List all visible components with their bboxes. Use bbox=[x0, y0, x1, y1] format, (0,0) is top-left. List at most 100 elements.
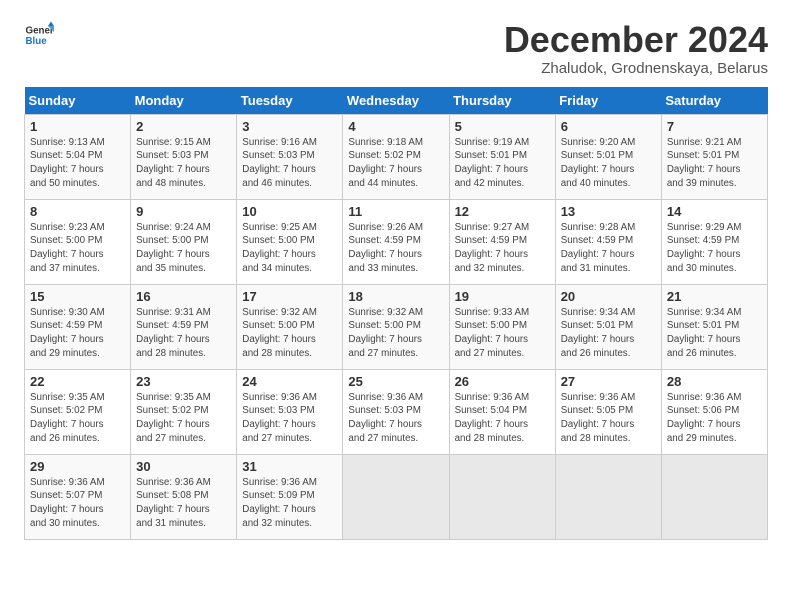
calendar-cell: 13 Sunrise: 9:28 AMSunset: 4:59 PMDayligh… bbox=[555, 199, 661, 284]
day-info: Sunrise: 9:35 AMSunset: 5:02 PMDaylight:… bbox=[136, 391, 231, 446]
calendar-cell: 26Sunrise: 9:36 AMSunset: 5:04 PMDayligh… bbox=[449, 369, 555, 454]
day-number: 18 bbox=[348, 289, 443, 304]
day-number: 28 bbox=[667, 374, 762, 389]
calendar-cell: 14Sunrise: 9:29 AMSunset: 4:59 PMDayligh… bbox=[661, 199, 767, 284]
day-info: Sunrise: 9:36 AMSunset: 5:05 PMDaylight:… bbox=[561, 391, 656, 446]
calendar-cell: 11 Sunrise: 9:26 AMSunset: 4:59 PMDayligh… bbox=[343, 199, 449, 284]
logo-icon: General Blue bbox=[24, 20, 54, 50]
day-info: Sunrise: 9:18 AMSunset: 5:02 PMDaylight:… bbox=[348, 136, 443, 191]
logo: General Blue bbox=[24, 20, 54, 50]
day-info: Sunrise: 9:36 AMSunset: 5:07 PMDaylight:… bbox=[30, 476, 125, 531]
day-number: 4 bbox=[348, 119, 443, 134]
weekday-header-saturday: Saturday bbox=[661, 87, 767, 115]
calendar-week-1: 1 Sunrise: 9:13 AMSunset: 5:04 PMDaylight… bbox=[25, 114, 768, 199]
calendar-cell: 31 Sunrise: 9:36 AMSunset: 5:09 PMDayligh… bbox=[237, 454, 343, 539]
day-number: 14 bbox=[667, 204, 762, 219]
day-number: 5 bbox=[455, 119, 550, 134]
calendar-cell: 28 Sunrise: 9:36 AMSunset: 5:06 PMDayligh… bbox=[661, 369, 767, 454]
day-info: Sunrise: 9:27 AMSunset: 4:59 PMDaylight:… bbox=[455, 221, 550, 276]
day-number: 31 bbox=[242, 459, 337, 474]
day-number: 19 bbox=[455, 289, 550, 304]
day-info: Sunrise: 9:25 AMSunset: 5:00 PMDaylight:… bbox=[242, 221, 337, 276]
day-info: Sunrise: 9:32 AMSunset: 5:00 PMDaylight:… bbox=[242, 306, 337, 361]
calendar-cell bbox=[343, 454, 449, 539]
day-number: 11 bbox=[348, 204, 443, 219]
day-number: 7 bbox=[667, 119, 762, 134]
day-info: Sunrise: 9:36 AMSunset: 5:09 PMDaylight:… bbox=[242, 476, 337, 531]
calendar-cell: 17 Sunrise: 9:32 AMSunset: 5:00 PMDayligh… bbox=[237, 284, 343, 369]
day-info: Sunrise: 9:34 AMSunset: 5:01 PMDaylight:… bbox=[561, 306, 656, 361]
calendar-cell: 18 Sunrise: 9:32 AMSunset: 5:00 PMDayligh… bbox=[343, 284, 449, 369]
calendar-cell: 20 Sunrise: 9:34 AMSunset: 5:01 PMDayligh… bbox=[555, 284, 661, 369]
calendar-cell: 8 Sunrise: 9:23 AMSunset: 5:00 PMDaylight… bbox=[25, 199, 131, 284]
day-info: Sunrise: 9:36 AMSunset: 5:06 PMDaylight:… bbox=[667, 391, 762, 446]
day-info: Sunrise: 9:15 AMSunset: 5:03 PMDaylight:… bbox=[136, 136, 231, 191]
calendar-cell: 6 Sunrise: 9:20 AMSunset: 5:01 PMDaylight… bbox=[555, 114, 661, 199]
day-info: Sunrise: 9:20 AMSunset: 5:01 PMDaylight:… bbox=[561, 136, 656, 191]
calendar-cell: 5 Sunrise: 9:19 AMSunset: 5:01 PMDaylight… bbox=[449, 114, 555, 199]
day-number: 9 bbox=[136, 204, 231, 219]
calendar-week-5: 29 Sunrise: 9:36 AMSunset: 5:07 PMDayligh… bbox=[25, 454, 768, 539]
day-info: Sunrise: 9:36 AMSunset: 5:03 PMDaylight:… bbox=[348, 391, 443, 446]
day-info: Sunrise: 9:28 AMSunset: 4:59 PMDaylight:… bbox=[561, 221, 656, 276]
day-info: Sunrise: 9:19 AMSunset: 5:01 PMDaylight:… bbox=[455, 136, 550, 191]
day-number: 29 bbox=[30, 459, 125, 474]
weekday-header-friday: Friday bbox=[555, 87, 661, 115]
day-info: Sunrise: 9:23 AMSunset: 5:00 PMDaylight:… bbox=[30, 221, 125, 276]
day-info: Sunrise: 9:24 AMSunset: 5:00 PMDaylight:… bbox=[136, 221, 231, 276]
calendar-cell: 2 Sunrise: 9:15 AMSunset: 5:03 PMDaylight… bbox=[131, 114, 237, 199]
weekday-header-monday: Monday bbox=[131, 87, 237, 115]
calendar-cell bbox=[661, 454, 767, 539]
day-number: 20 bbox=[561, 289, 656, 304]
calendar-cell: 22Sunrise: 9:35 AMSunset: 5:02 PMDayligh… bbox=[25, 369, 131, 454]
day-number: 8 bbox=[30, 204, 125, 219]
calendar-cell bbox=[555, 454, 661, 539]
calendar-cell: 4 Sunrise: 9:18 AMSunset: 5:02 PMDaylight… bbox=[343, 114, 449, 199]
svg-text:Blue: Blue bbox=[26, 36, 48, 47]
day-info: Sunrise: 9:16 AMSunset: 5:03 PMDaylight:… bbox=[242, 136, 337, 191]
day-number: 21 bbox=[667, 289, 762, 304]
day-info: Sunrise: 9:26 AMSunset: 4:59 PMDaylight:… bbox=[348, 221, 443, 276]
calendar-cell: 10 Sunrise: 9:25 AMSunset: 5:00 PMDayligh… bbox=[237, 199, 343, 284]
weekday-row: SundayMondayTuesdayWednesdayThursdayFrid… bbox=[25, 87, 768, 115]
calendar-cell: 29 Sunrise: 9:36 AMSunset: 5:07 PMDayligh… bbox=[25, 454, 131, 539]
day-number: 30 bbox=[136, 459, 231, 474]
day-info: Sunrise: 9:30 AMSunset: 4:59 PMDaylight:… bbox=[30, 306, 125, 361]
calendar-cell: 21 Sunrise: 9:34 AMSunset: 5:01 PMDayligh… bbox=[661, 284, 767, 369]
day-info: Sunrise: 9:21 AMSunset: 5:01 PMDaylight:… bbox=[667, 136, 762, 191]
day-info: Sunrise: 9:36 AMSunset: 5:08 PMDaylight:… bbox=[136, 476, 231, 531]
calendar-cell: 12 Sunrise: 9:27 AMSunset: 4:59 PMDayligh… bbox=[449, 199, 555, 284]
day-number: 27 bbox=[561, 374, 656, 389]
day-number: 2 bbox=[136, 119, 231, 134]
calendar-cell: 1 Sunrise: 9:13 AMSunset: 5:04 PMDaylight… bbox=[25, 114, 131, 199]
title-block: December 2024 Zhaludok, Grodnenskaya, Be… bbox=[504, 20, 768, 77]
weekday-header-sunday: Sunday bbox=[25, 87, 131, 115]
day-number: 1 bbox=[30, 119, 125, 134]
day-number: 12 bbox=[455, 204, 550, 219]
calendar-cell: 15Sunrise: 9:30 AMSunset: 4:59 PMDayligh… bbox=[25, 284, 131, 369]
day-number: 16 bbox=[136, 289, 231, 304]
day-number: 17 bbox=[242, 289, 337, 304]
day-info: Sunrise: 9:34 AMSunset: 5:01 PMDaylight:… bbox=[667, 306, 762, 361]
day-number: 24 bbox=[242, 374, 337, 389]
day-number: 6 bbox=[561, 119, 656, 134]
day-info: Sunrise: 9:31 AMSunset: 4:59 PMDaylight:… bbox=[136, 306, 231, 361]
day-number: 23 bbox=[136, 374, 231, 389]
weekday-header-thursday: Thursday bbox=[449, 87, 555, 115]
day-number: 13 bbox=[561, 204, 656, 219]
day-info: Sunrise: 9:35 AMSunset: 5:02 PMDaylight:… bbox=[30, 391, 125, 446]
month-title: December 2024 bbox=[504, 20, 768, 60]
header: General Blue December 2024 Zhaludok, Gro… bbox=[24, 20, 768, 77]
day-info: Sunrise: 9:13 AMSunset: 5:04 PMDaylight:… bbox=[30, 136, 125, 191]
calendar-table: SundayMondayTuesdayWednesdayThursdayFrid… bbox=[24, 87, 768, 540]
calendar-body: 1 Sunrise: 9:13 AMSunset: 5:04 PMDaylight… bbox=[25, 114, 768, 539]
day-info: Sunrise: 9:32 AMSunset: 5:00 PMDaylight:… bbox=[348, 306, 443, 361]
calendar-cell: 25 Sunrise: 9:36 AMSunset: 5:03 PMDayligh… bbox=[343, 369, 449, 454]
day-number: 10 bbox=[242, 204, 337, 219]
calendar-header: SundayMondayTuesdayWednesdayThursdayFrid… bbox=[25, 87, 768, 115]
day-info: Sunrise: 9:36 AMSunset: 5:03 PMDaylight:… bbox=[242, 391, 337, 446]
day-info: Sunrise: 9:36 AMSunset: 5:04 PMDaylight:… bbox=[455, 391, 550, 446]
day-number: 3 bbox=[242, 119, 337, 134]
day-number: 25 bbox=[348, 374, 443, 389]
weekday-header-wednesday: Wednesday bbox=[343, 87, 449, 115]
